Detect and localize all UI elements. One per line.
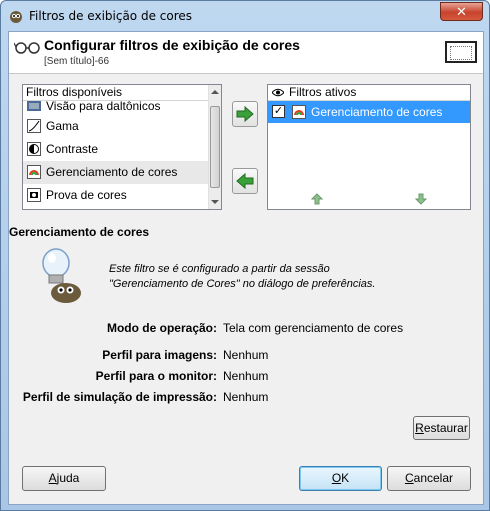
contrast-icon [27,142,41,156]
dialog-heading: Configurar filtros de exibição de cores [44,37,300,53]
close-icon: ✕ [456,4,467,19]
image-preview-icon [445,41,477,63]
mnemonic: O [331,471,342,485]
active-filters-list[interactable]: Filtros ativos ✓ Gerenciamento de cores [267,84,471,210]
gimp-icon [10,11,22,23]
scroll-thumb[interactable] [210,106,220,188]
vertical-scrollbar[interactable] [208,85,221,209]
available-filters-list[interactable]: Filtros disponíveis Visão para daltônico… [22,84,222,210]
color-management-icon [292,105,306,119]
list-item[interactable]: Prova de cores [23,184,221,207]
eye-icon [272,88,284,97]
active-filter-label: Gerenciamento de cores [311,105,443,119]
mnemonic: R [415,421,424,435]
operation-mode-label: Modo de operação: [106,321,217,335]
proof-colors-icon [27,188,41,202]
arrow-left-icon [236,173,254,189]
mnemonic: C [404,471,414,485]
gamma-icon [27,119,41,133]
button-label: K [341,471,350,485]
glasses-icon [14,42,40,54]
list-item-label: Gerenciamento de cores [46,165,178,179]
button-label: ancelar [413,471,454,485]
color-management-icon [27,165,41,179]
button-label: estaurar [423,421,468,435]
move-up-icon[interactable] [311,193,323,205]
help-button[interactable]: Ajuda [22,466,106,491]
wilber-lightbulb-icon [42,248,81,303]
filter-detail-title: Gerenciamento de cores [9,225,150,239]
ok-button[interactable]: OK [299,466,382,491]
button-label: juda [56,471,80,485]
cancel-button[interactable]: Cancelar [387,466,471,491]
list-item[interactable]: Gerenciamento de cores [23,161,221,184]
image-name: [Sem título]-66 [44,56,110,67]
move-down-icon[interactable] [415,193,427,205]
list-item-label: Contraste [46,142,99,156]
list-item[interactable]: Contraste [23,138,221,161]
print-simulation-profile-value: Nenhum [223,390,269,404]
active-filters-header[interactable]: Filtros ativos [268,85,470,101]
image-profile-value: Nenhum [223,348,269,362]
description-line: "Gerenciamento de Cores" no diálogo de p… [109,278,376,290]
close-button[interactable]: ✕ [440,2,483,21]
print-simulation-profile-label: Perfil de simulação de impressão: [22,390,217,404]
scroll-down-icon[interactable] [211,200,219,204]
title-bar[interactable]: Filtros de exibição de cores ✕ [1,1,489,31]
list-item-label: Prova de cores [46,188,127,202]
active-filters-header-label: Filtros ativos [289,85,357,99]
list-item-label: Gama [46,119,79,133]
dialog-client: Configurar filtros de exibição de cores … [8,31,484,505]
active-filter-row[interactable]: ✓ Gerenciamento de cores [268,101,470,123]
description-line: Este filtro se é configurado a partir da… [109,263,330,275]
list-item[interactable]: Visão para daltônicos [23,99,221,115]
filter-description: Este filtro se é configurado a partir da… [109,262,439,292]
window-title: Filtros de exibição de cores [29,9,193,23]
available-filters-header-label: Filtros disponíveis [26,85,123,99]
restore-button[interactable]: Restaurar [413,416,470,440]
list-item[interactable]: Gama [23,115,221,138]
dialog-window: Filtros de exibição de cores ✕ Configura… [0,0,490,511]
add-filter-button[interactable] [232,101,258,127]
color-deficient-vision-icon [27,101,41,111]
monitor-profile-value: Nenhum [223,369,269,383]
scroll-up-icon[interactable] [211,90,219,94]
remove-filter-button[interactable] [232,168,258,194]
monitor-profile-label: Perfil para o monitor: [95,369,217,383]
filter-enabled-checkbox[interactable]: ✓ [272,105,285,118]
mnemonic: A [48,471,57,485]
dialog-header: Configurar filtros de exibição de cores … [9,32,483,74]
operation-mode-value: Tela com gerenciamento de cores [223,321,404,335]
arrow-right-icon [236,106,254,122]
image-profile-label: Perfil para imagens: [102,348,217,362]
list-item-label: Visão para daltônicos [46,99,161,113]
